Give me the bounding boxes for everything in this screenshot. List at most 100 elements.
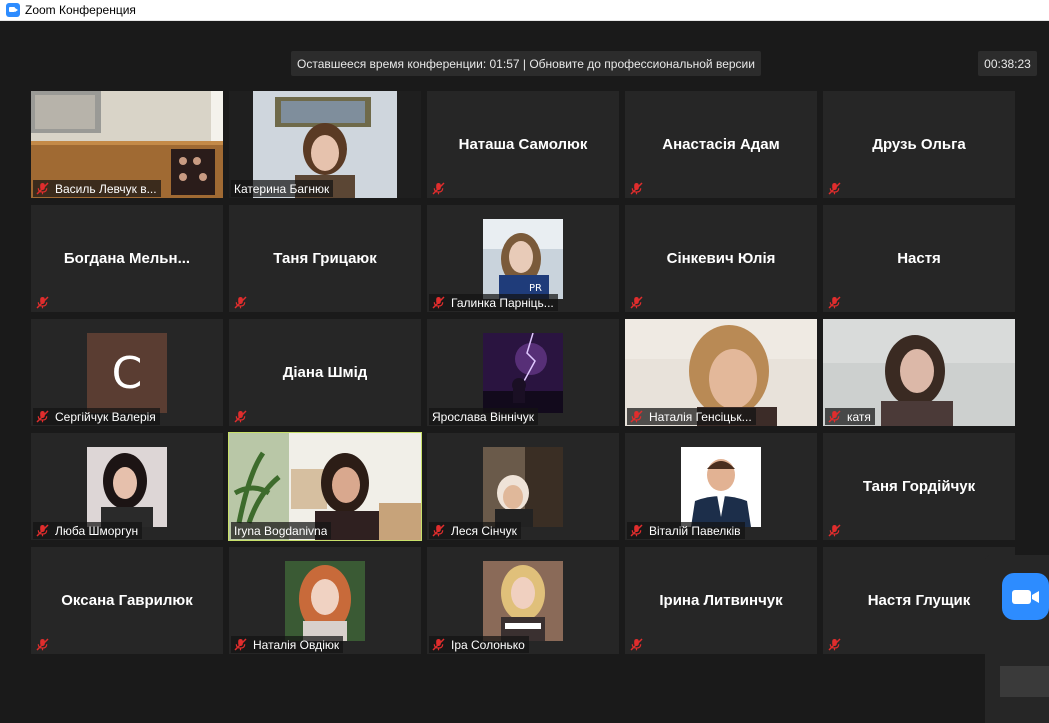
muted-mic-icon [234,638,247,651]
participant-tile[interactable]: Наталія Генсіцьк... [625,319,817,426]
participant-label: катя [825,408,875,425]
participant-tile[interactable]: Катерина Багнюк [229,91,421,198]
participant-label: Катерина Багнюк [231,180,334,197]
muted-mic-icon [828,182,841,195]
participant-tile[interactable]: Діана Шмід [229,319,421,426]
participant-tile[interactable]: Богдана Мельн... [31,205,223,312]
avatar-photo [483,332,563,413]
muted-mic-icon [36,638,49,651]
participant-name: Іра Солонько [451,637,525,652]
muted-mic-icon [432,296,445,309]
participant-tile[interactable]: Леся Сінчук [427,433,619,540]
participant-name: Василь Левчук в... [55,181,157,196]
participant-label [825,180,851,197]
muted-mic-icon [828,524,841,537]
muted-mic-icon [36,524,49,537]
participant-tile[interactable]: Друзь Ольга [823,91,1015,198]
participant-name: Сергійчук Валерія [55,409,156,424]
participant-tile[interactable]: Ірина Литвинчук [625,547,817,654]
participant-label: Люба Шморгун [33,522,143,539]
muted-mic-icon [234,296,247,309]
muted-mic-icon [630,296,643,309]
panel-button[interactable] [1000,666,1049,697]
participant-tile[interactable]: Анастасія Адам [625,91,817,198]
avatar-photo [483,561,563,641]
participant-name: Iryna Bogdanivna [234,523,328,538]
participant-label [33,636,59,653]
meeting-stage: Оставшееся время конференции: 01:57 | Об… [0,21,1049,723]
muted-mic-icon [432,182,445,195]
participant-label [825,294,851,311]
participant-label [231,408,257,425]
participant-tile[interactable]: PR Галинка Парніць... [427,205,619,312]
participant-label: Ярослава Віннічук [429,408,539,425]
muted-mic-icon [630,524,643,537]
participant-label: Галинка Парніць... [429,294,558,311]
participant-name: Віталій Павелків [649,523,741,538]
participant-tile[interactable]: Оксана Гаврилюк [31,547,223,654]
participant-name: Галинка Парніць... [451,295,554,310]
participant-tile[interactable]: Василь Левчук в... [31,91,223,198]
muted-mic-icon [828,296,841,309]
participant-name: Діана Шмід [282,364,368,381]
participant-tile[interactable]: С Сергійчук Валерія [31,319,223,426]
upgrade-notice[interactable]: Оставшееся время конференции: 01:57 | Об… [291,51,761,76]
participant-name: Оксана Гаврилюк [61,592,193,609]
participant-name: Сінкевич Юлія [666,250,776,267]
participant-label [231,294,257,311]
participant-label: Наталія Овдіюк [231,636,344,653]
avatar-photo [285,561,365,641]
muted-mic-icon [630,182,643,195]
participant-tile[interactable]: Таня Грицаюк [229,205,421,312]
floating-video-panel[interactable] [985,555,1049,723]
muted-mic-icon [630,638,643,651]
participant-tile[interactable]: Наталія Овдіюк [229,547,421,654]
participant-name: Таня Гордійчук [862,478,976,495]
muted-mic-icon [36,410,49,423]
participant-label: Іра Солонько [429,636,529,653]
muted-mic-icon [432,638,445,651]
participant-tile[interactable]: Люба Шморгун [31,433,223,540]
participant-tile[interactable]: Iryna Bogdanivna [228,432,422,541]
participant-name: Анастасія Адам [662,136,780,153]
participant-name: Настя [897,250,941,267]
participant-name: Наталія Овдіюк [253,637,340,652]
title-bar: Zoom Конференция [0,0,1049,21]
participant-label: Леся Сінчук [429,522,521,539]
participant-label [627,294,653,311]
window-title: Zoom Конференция [25,3,136,17]
participant-label [429,180,455,197]
zoom-app-icon [6,3,20,17]
participant-name: Друзь Ольга [872,136,966,153]
avatar-photo [483,447,563,527]
participant-name: Ярослава Віннічук [432,409,535,424]
participant-name: Ірина Литвинчук [659,592,783,609]
participant-tile[interactable]: Таня Гордійчук [823,433,1015,540]
muted-mic-icon [432,524,445,537]
participant-label: Віталій Павелків [627,522,745,539]
avatar-photo [87,447,167,527]
participant-tile[interactable]: Іра Солонько [427,547,619,654]
participant-tile[interactable]: Віталій Павелків [625,433,817,540]
participant-label: Василь Левчук в... [33,180,161,197]
participant-label [33,294,59,311]
participant-label: Наталія Генсіцьк... [627,408,756,425]
participant-tile[interactable]: катя [823,319,1015,426]
participant-label [825,636,851,653]
participant-tile[interactable]: Настя [823,205,1015,312]
participant-tile[interactable]: Наташа Самолюк [427,91,619,198]
participant-label [627,180,653,197]
muted-mic-icon [36,182,49,195]
participant-tile[interactable]: Ярослава Віннічук [427,319,619,426]
participant-name: Люба Шморгун [55,523,139,538]
muted-mic-icon [36,296,49,309]
muted-mic-icon [630,410,643,423]
participant-label [825,522,851,539]
participant-name: Богдана Мельн... [63,250,191,267]
participant-tile[interactable]: Сінкевич Юлія [625,205,817,312]
muted-mic-icon [234,410,247,423]
participant-label: Сергійчук Валерія [33,408,160,425]
video-camera-icon[interactable] [1002,573,1049,620]
participant-label [627,636,653,653]
muted-mic-icon [828,638,841,651]
